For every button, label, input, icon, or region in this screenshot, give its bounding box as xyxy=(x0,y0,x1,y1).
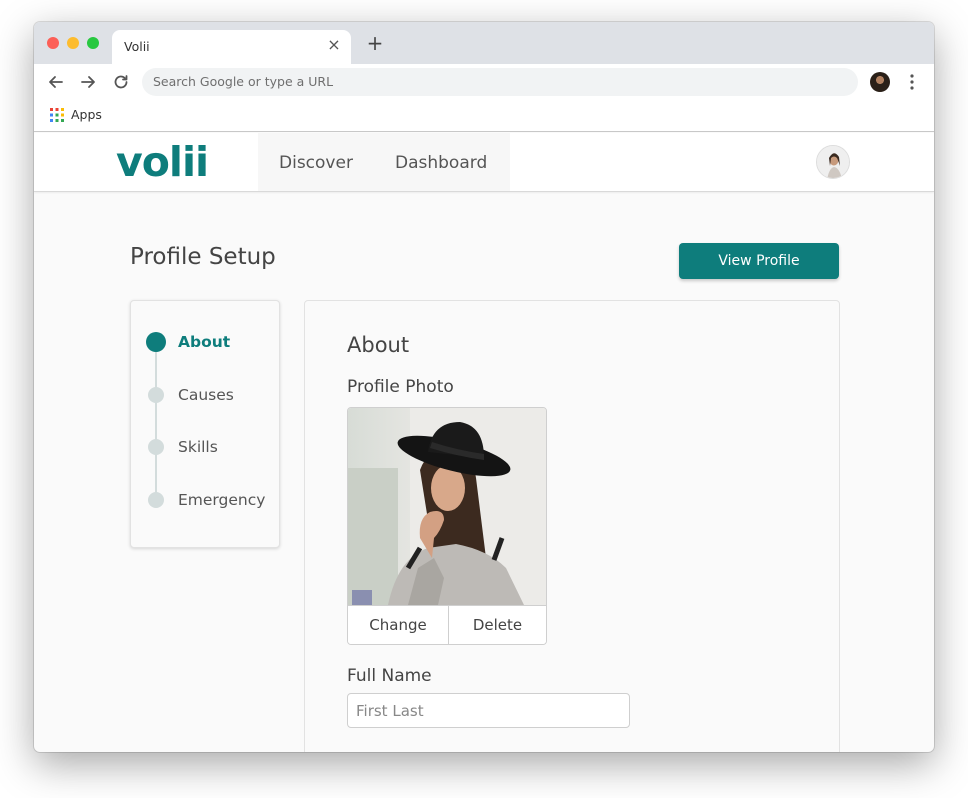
browser-toolbar: Search Google or type a URL xyxy=(34,64,934,100)
bookmarks-bar: Apps xyxy=(34,100,934,132)
tab-close-icon[interactable]: × xyxy=(325,36,343,54)
more-menu-icon[interactable] xyxy=(904,73,920,91)
step-causes[interactable]: Causes xyxy=(178,386,234,404)
apps-bookmark[interactable]: Apps xyxy=(71,107,102,122)
full-name-label: Full Name xyxy=(347,666,432,686)
step-indicator-skills xyxy=(148,439,164,455)
tab-strip: Volii × + xyxy=(34,22,934,64)
profile-photo-label: Profile Photo xyxy=(347,377,454,397)
step-about[interactable]: About xyxy=(178,333,230,351)
apps-grid-icon[interactable] xyxy=(50,108,64,122)
step-emergency[interactable]: Emergency xyxy=(178,491,265,509)
full-name-input[interactable] xyxy=(347,693,630,728)
new-tab-button[interactable]: + xyxy=(364,32,386,54)
delete-photo-button[interactable]: Delete xyxy=(449,605,546,644)
reload-icon[interactable] xyxy=(112,73,130,91)
user-avatar-image xyxy=(817,146,849,178)
site-header: volii Discover Dashboard xyxy=(34,133,934,192)
tab-title: Volii xyxy=(124,39,150,54)
close-window-button[interactable] xyxy=(47,37,59,49)
step-indicator-about xyxy=(146,332,166,352)
address-bar-placeholder: Search Google or type a URL xyxy=(153,74,334,89)
step-indicator-emergency xyxy=(148,492,164,508)
nav-dashboard[interactable]: Dashboard xyxy=(395,153,487,173)
volii-logo[interactable]: volii xyxy=(116,138,209,186)
steps-connector-line xyxy=(155,343,157,503)
nav-discover[interactable]: Discover xyxy=(279,153,353,173)
minimize-window-button[interactable] xyxy=(67,37,79,49)
view-profile-button[interactable]: View Profile xyxy=(679,243,839,279)
setup-steps-card: About Causes Skills Emergency xyxy=(130,300,280,548)
page-title: Profile Setup xyxy=(130,244,276,270)
main-nav: Discover Dashboard xyxy=(258,133,510,191)
address-bar[interactable]: Search Google or type a URL xyxy=(142,68,858,96)
browser-tab[interactable]: Volii × xyxy=(112,30,351,64)
profile-photo-box: Change Delete xyxy=(347,407,547,645)
browser-profile-avatar[interactable] xyxy=(870,72,890,92)
step-indicator-causes xyxy=(148,387,164,403)
about-form-card: About Profile Photo Change Delete Full N… xyxy=(304,300,840,752)
profile-photo-image xyxy=(348,408,546,605)
change-photo-button[interactable]: Change xyxy=(348,605,449,644)
user-avatar[interactable] xyxy=(816,145,850,179)
step-skills[interactable]: Skills xyxy=(178,438,218,456)
section-title: About xyxy=(347,333,410,357)
back-arrow-icon[interactable] xyxy=(47,73,65,91)
maximize-window-button[interactable] xyxy=(87,37,99,49)
browser-window: Volii × + Search Google or type a URL Ap… xyxy=(34,22,934,752)
forward-arrow-icon[interactable] xyxy=(79,73,97,91)
